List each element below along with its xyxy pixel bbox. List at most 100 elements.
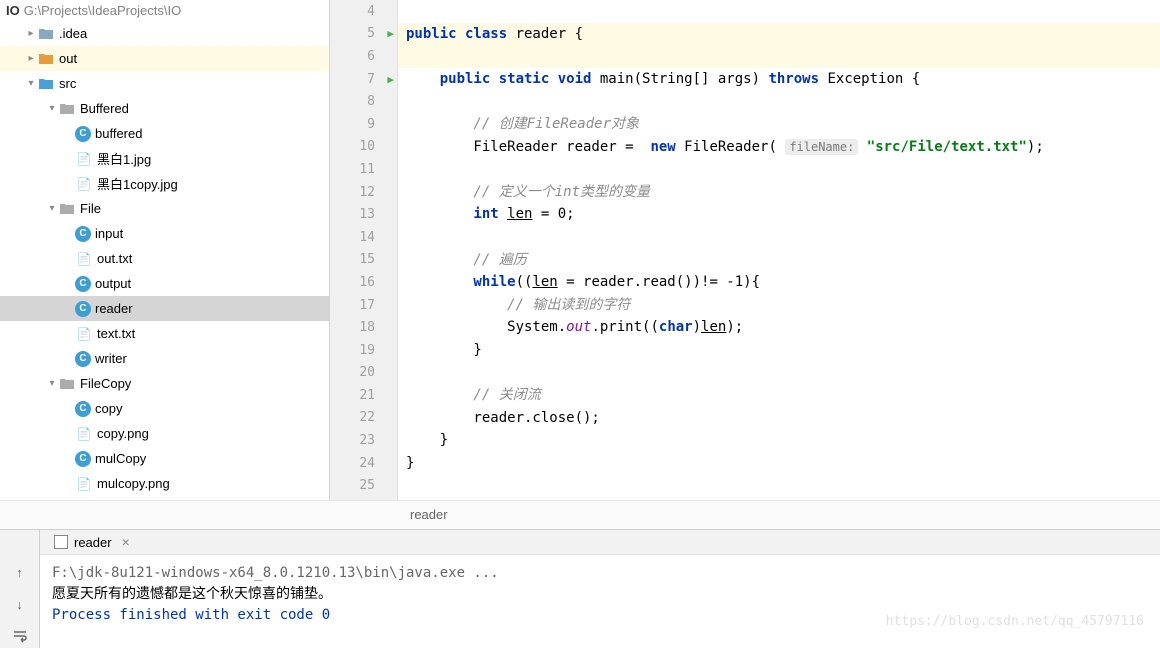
- tree-folder-src[interactable]: ▾ src: [0, 71, 329, 96]
- folder-icon: [37, 25, 55, 43]
- tree-label: reader: [95, 301, 133, 316]
- line-number: 22: [330, 407, 397, 430]
- line-number: 19: [330, 339, 397, 362]
- project-root[interactable]: IO G:\Projects\IdeaProjects\IO: [0, 0, 329, 21]
- tree-folder-buffered[interactable]: ▾ Buffered: [0, 96, 329, 121]
- tree-label: .idea: [59, 26, 87, 41]
- tree-class-mulcopy[interactable]: C mulCopy: [0, 446, 329, 471]
- tree-folder-file[interactable]: ▾ File: [0, 196, 329, 221]
- tree-class-reader[interactable]: C reader: [0, 296, 329, 321]
- chevron-right-icon[interactable]: ▸: [25, 53, 37, 64]
- tree-label: 黑白1copy.jpg: [97, 174, 178, 193]
- tree-file-texttxt[interactable]: 📄 text.txt: [0, 321, 329, 346]
- tree-class-copy[interactable]: C copy: [0, 396, 329, 421]
- class-icon: C: [75, 301, 91, 317]
- line-number: 5▶: [330, 23, 397, 46]
- package-icon: [58, 100, 76, 118]
- line-number: 20: [330, 362, 397, 385]
- tree-file-mulcopypng[interactable]: 📄 mulcopy.png: [0, 471, 329, 496]
- close-icon[interactable]: ×: [122, 534, 130, 550]
- tree-file-hb1copy[interactable]: 📄 黑白1copy.jpg: [0, 171, 329, 196]
- text-file-icon: 📄: [75, 325, 93, 343]
- line-number: 13: [330, 203, 397, 226]
- tree-label: File: [80, 201, 101, 216]
- code-editor[interactable]: 4 5▶ 6 7▶ 8 9 10 11 12 13 14 15 16 17 18…: [330, 0, 1160, 500]
- tree-label: copy: [95, 401, 122, 416]
- file-icon: 📄: [75, 150, 93, 168]
- line-number: 21: [330, 384, 397, 407]
- class-icon: C: [75, 126, 91, 142]
- console-tabs: reader ×: [40, 530, 1160, 555]
- class-icon: C: [75, 276, 91, 292]
- class-icon: C: [75, 226, 91, 242]
- package-icon: [58, 200, 76, 218]
- code-content[interactable]: public class reader { public static void…: [398, 0, 1160, 500]
- project-tree[interactable]: IO G:\Projects\IdeaProjects\IO ▸ .idea ▸…: [0, 0, 330, 500]
- tree-label: buffered: [95, 126, 142, 141]
- file-icon: 📄: [75, 175, 93, 193]
- image-file-icon: 📄: [75, 475, 93, 493]
- tree-file-copypng[interactable]: 📄 copy.png: [0, 421, 329, 446]
- chevron-down-icon[interactable]: ▾: [46, 378, 58, 389]
- line-number: 11: [330, 158, 397, 181]
- class-icon: C: [75, 401, 91, 417]
- line-number: 7▶: [330, 68, 397, 91]
- console-toolbar: ↑ ↓: [0, 530, 40, 648]
- class-icon: C: [75, 351, 91, 367]
- console-output[interactable]: F:\jdk-8u121-windows-x64_8.0.1210.13\bin…: [40, 555, 1160, 648]
- tree-class-input[interactable]: C input: [0, 221, 329, 246]
- breadcrumb-item[interactable]: reader: [410, 507, 448, 522]
- tree-folder-idea[interactable]: ▸ .idea: [0, 21, 329, 46]
- tree-label: copy.png: [97, 426, 149, 441]
- app-icon: [54, 535, 68, 549]
- line-number: 25: [330, 474, 397, 497]
- tree-label: output: [95, 276, 131, 291]
- tree-label: 黑白1.jpg: [97, 149, 151, 168]
- line-number: 10: [330, 136, 397, 159]
- chevron-down-icon[interactable]: ▾: [25, 78, 37, 89]
- tree-class-buffered[interactable]: C buffered: [0, 121, 329, 146]
- line-number: 15: [330, 249, 397, 272]
- tree-label: out: [59, 51, 77, 66]
- line-number: 24: [330, 452, 397, 475]
- tree-label: Buffered: [80, 101, 129, 116]
- line-number: 12: [330, 181, 397, 204]
- tree-file-outtxt[interactable]: 📄 out.txt: [0, 246, 329, 271]
- line-number: 17: [330, 294, 397, 317]
- line-number: 18: [330, 316, 397, 339]
- run-console: ↑ ↓ reader × F:\jdk-8u121-windows-x64_8.…: [0, 529, 1160, 648]
- run-marker-icon[interactable]: ▶: [387, 73, 394, 86]
- console-command: F:\jdk-8u121-windows-x64_8.0.1210.13\bin…: [52, 563, 1148, 584]
- console-text: 愿夏天所有的遗憾都是这个秋天惊喜的铺垫。: [52, 584, 1148, 605]
- chevron-down-icon[interactable]: ▾: [46, 103, 58, 114]
- line-number: 16: [330, 271, 397, 294]
- console-tab-reader[interactable]: reader ×: [46, 534, 138, 550]
- tree-label: out.txt: [97, 251, 132, 266]
- chevron-down-icon[interactable]: ▾: [46, 203, 58, 214]
- down-arrow-icon[interactable]: ↓: [8, 592, 32, 616]
- run-marker-icon[interactable]: ▶: [387, 27, 394, 40]
- project-path: G:\Projects\IdeaProjects\IO: [24, 3, 182, 18]
- tree-class-writer[interactable]: C writer: [0, 346, 329, 371]
- tree-label: src: [59, 76, 76, 91]
- line-number: 9: [330, 113, 397, 136]
- line-number: 6: [330, 45, 397, 68]
- tree-class-output[interactable]: C output: [0, 271, 329, 296]
- gutter: 4 5▶ 6 7▶ 8 9 10 11 12 13 14 15 16 17 18…: [330, 0, 398, 500]
- up-arrow-icon[interactable]: ↑: [8, 560, 32, 584]
- line-number: 23: [330, 429, 397, 452]
- tree-label: writer: [95, 351, 127, 366]
- tree-folder-out[interactable]: ▸ out: [0, 46, 329, 71]
- wrap-icon[interactable]: [8, 624, 32, 648]
- project-name: IO: [6, 3, 20, 18]
- chevron-right-icon[interactable]: ▸: [25, 28, 37, 39]
- tree-label: text.txt: [97, 326, 135, 341]
- folder-icon: [37, 75, 55, 93]
- class-icon: C: [75, 451, 91, 467]
- tree-label: mulCopy: [95, 451, 146, 466]
- line-number: 14: [330, 226, 397, 249]
- breadcrumb[interactable]: reader: [0, 500, 1160, 529]
- tree-file-hb1[interactable]: 📄 黑白1.jpg: [0, 146, 329, 171]
- tree-folder-filecopy[interactable]: ▾ FileCopy: [0, 371, 329, 396]
- line-number: 8: [330, 90, 397, 113]
